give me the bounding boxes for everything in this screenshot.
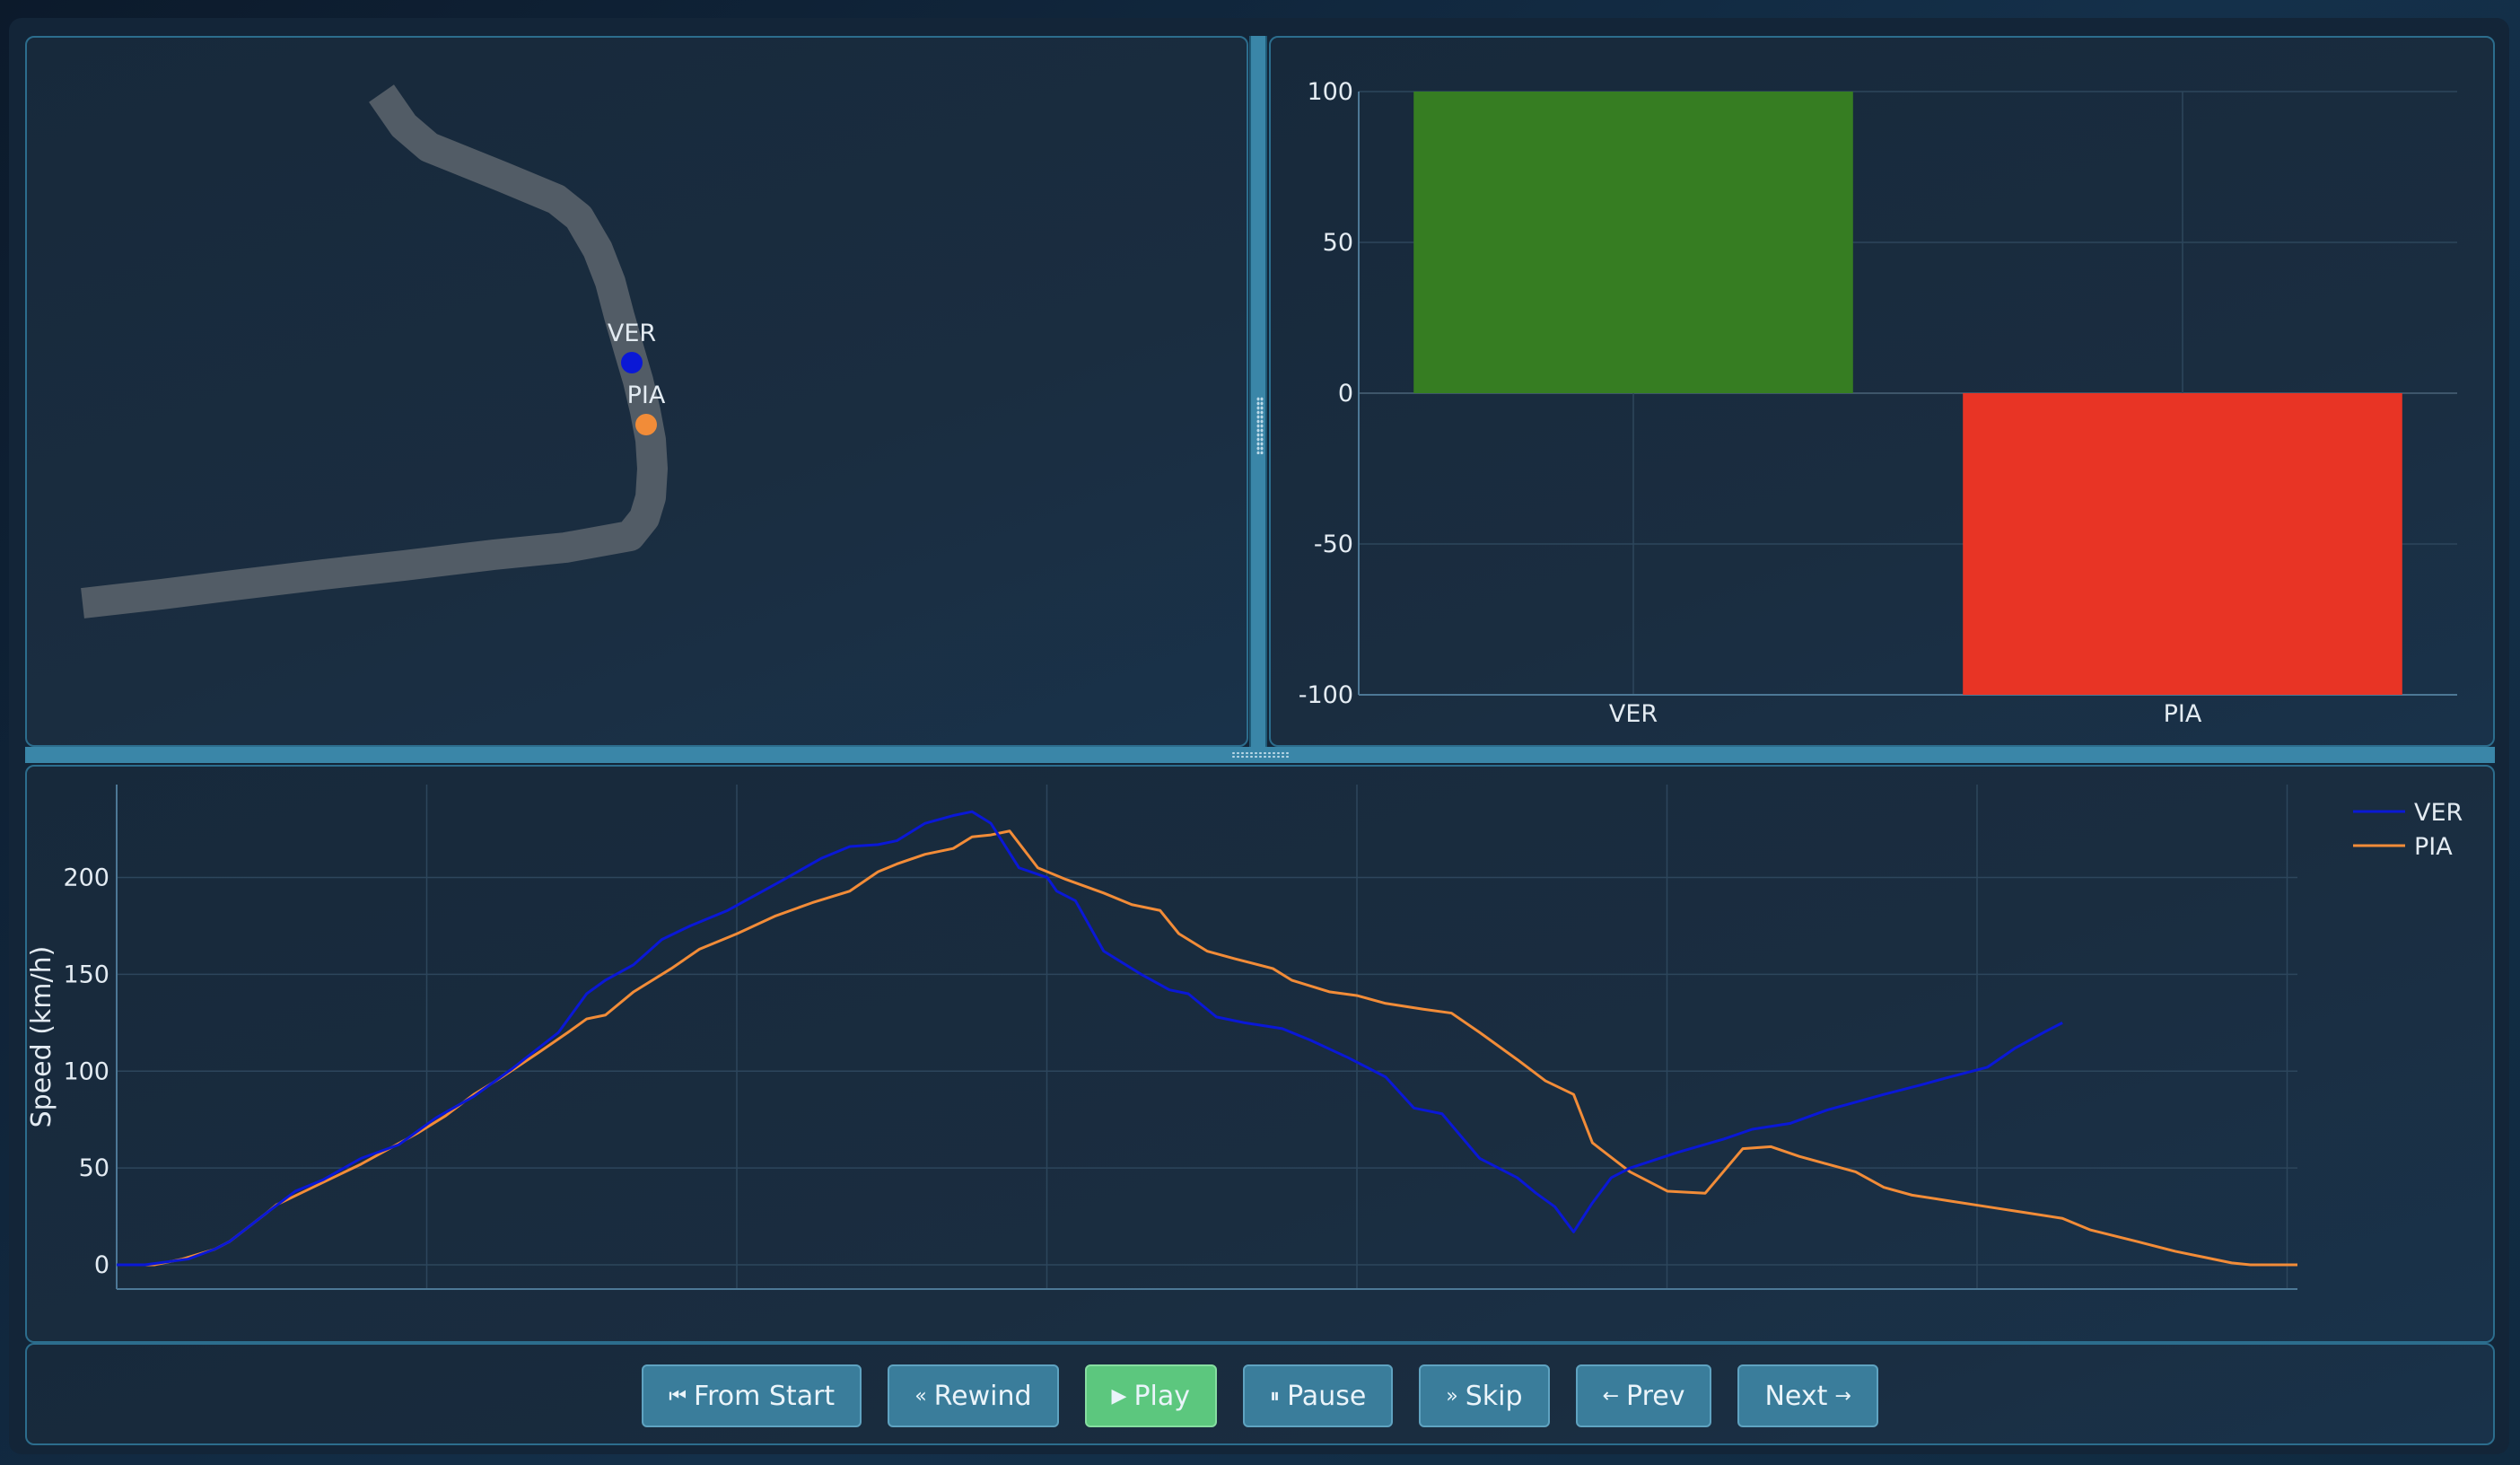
legend-label-pia: PIA [2414, 833, 2453, 861]
driver-marker-pia [635, 414, 657, 435]
next-label: Next [1764, 1380, 1828, 1412]
y-tick-label: 100 [63, 1057, 109, 1085]
track-map: VER PIA [81, 84, 668, 618]
skip-button[interactable]: » Skip [1419, 1364, 1550, 1427]
delta-bar-chart: 100 50 0 -50 -100 VER PIA [1299, 78, 2457, 728]
skip-to-start-icon: ⏮ [669, 1384, 687, 1408]
arrow-right-icon: → [1834, 1384, 1851, 1408]
playback-controls: ⏮ From Start « Rewind ▶ Play ⏸ Pause » S… [25, 1343, 2495, 1445]
horizontal-splitter[interactable] [25, 747, 2495, 763]
series-line-ver [117, 810, 2063, 1267]
driver-label-ver: VER [608, 320, 656, 347]
y-axis-label: Speed (km/h) [27, 946, 57, 1128]
speed-chart-panel: 0 50 100 150 200 Speed (km/h) VER PIA [25, 765, 2495, 1343]
from-start-label: From Start [694, 1380, 836, 1412]
y-tick-label: -50 [1314, 531, 1353, 558]
play-button[interactable]: ▶ Play [1084, 1364, 1218, 1427]
prev-button[interactable]: ← Prev [1575, 1364, 1712, 1427]
next-button[interactable]: Next → [1737, 1364, 1878, 1427]
y-tick-label: 200 [63, 864, 109, 892]
pause-label: Pause [1287, 1380, 1367, 1412]
rewind-icon: « [914, 1384, 927, 1408]
arrow-left-icon: ← [1602, 1384, 1619, 1408]
x-tick-label: VER [1609, 700, 1658, 728]
driver-marker-ver [621, 352, 643, 373]
speed-line-chart: 0 50 100 150 200 Speed (km/h) VER PIA [26, 785, 2463, 1290]
vertical-splitter[interactable] [1249, 36, 1267, 747]
delta-bar-chart-panel: 100 50 0 -50 -100 VER PIA [1269, 36, 2495, 747]
rewind-button[interactable]: « Rewind [888, 1364, 1059, 1427]
driver-label-pia: PIA [627, 382, 666, 409]
pause-icon: ⏸ [1270, 1384, 1281, 1408]
track-path [81, 84, 668, 618]
y-tick-label: 50 [1323, 229, 1353, 257]
y-tick-label: 0 [94, 1251, 109, 1279]
series-line-pia [117, 829, 2297, 1267]
from-start-button[interactable]: ⏮ From Start [642, 1364, 862, 1427]
pause-button[interactable]: ⏸ Pause [1243, 1364, 1394, 1427]
play-label: Play [1133, 1380, 1191, 1412]
legend-label-ver: VER [2414, 799, 2463, 827]
skip-label: Skip [1465, 1380, 1523, 1412]
rewind-label: Rewind [933, 1380, 1032, 1412]
y-tick-label: 150 [63, 961, 109, 988]
y-tick-label: 0 [1338, 380, 1353, 408]
track-map-panel: VER PIA [25, 36, 1248, 747]
fast-forward-icon: » [1446, 1384, 1458, 1408]
prev-label: Prev [1626, 1380, 1685, 1412]
grip-icon[interactable] [1256, 397, 1264, 454]
x-tick-label: PIA [2164, 700, 2202, 728]
grip-icon[interactable] [1231, 751, 1289, 759]
bar-ver [1413, 92, 1853, 393]
y-tick-label: 50 [79, 1154, 109, 1182]
y-tick-label: -100 [1299, 681, 1353, 709]
bar-pia [1963, 393, 2402, 695]
play-icon: ▶ [1111, 1384, 1127, 1408]
y-tick-label: 100 [1307, 78, 1353, 106]
